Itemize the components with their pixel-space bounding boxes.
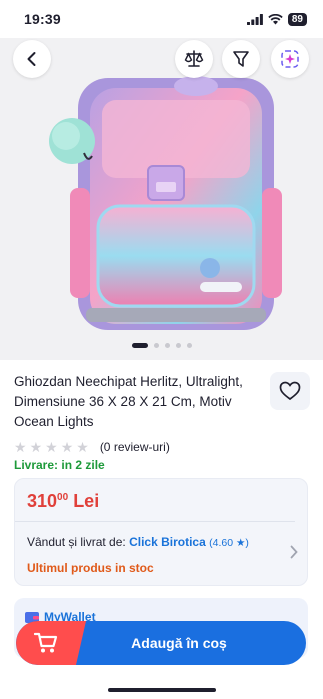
status-bar: 19:39 89 (0, 0, 323, 38)
star-icon: ★ (14, 439, 27, 455)
carousel-dot[interactable] (164, 343, 170, 348)
add-to-cart-label: Adaugă în coș (131, 635, 227, 651)
star-icon: ★ (235, 537, 246, 549)
add-to-cart-button[interactable]: Adaugă în coș (16, 621, 306, 665)
home-indicator (108, 688, 216, 692)
seller-line: Vândut și livrat de: Click Birotica (4.6… (27, 535, 249, 549)
back-button[interactable] (13, 40, 51, 78)
signal-icon (246, 13, 263, 25)
chevron-right-icon[interactable] (289, 545, 299, 559)
carousel-dots[interactable] (0, 343, 323, 348)
seller-prefix: Vândut și livrat de: (27, 535, 126, 549)
product-image-carousel[interactable] (0, 38, 323, 360)
status-time: 19:39 (24, 11, 61, 27)
back-arrow-icon (27, 52, 36, 66)
carousel-dot[interactable] (186, 343, 192, 348)
battery-level: 89 (287, 12, 307, 26)
heart-icon (279, 381, 301, 401)
favorite-button[interactable] (270, 372, 310, 410)
seller-link[interactable]: Click Birotica (129, 535, 206, 549)
status-indicators: 89 (246, 12, 307, 26)
delivery-info: Livrare: in 2 zile (14, 458, 105, 472)
price-main: 310 (27, 491, 58, 511)
compare-scale-icon (184, 50, 204, 67)
carousel-dot[interactable] (153, 343, 159, 348)
share-button[interactable] (222, 40, 260, 78)
star-icon: ★ (45, 439, 58, 455)
compare-button[interactable] (175, 40, 213, 78)
ai-sparkle-icon (281, 50, 299, 68)
price-cents: 00 (57, 492, 69, 503)
cart-icon-area (16, 621, 86, 665)
shopping-cart-icon (34, 632, 58, 653)
review-count[interactable]: (0 review-uri) (100, 440, 170, 454)
carousel-dot[interactable] (131, 343, 148, 348)
star-icon: ★ (76, 439, 89, 455)
offer-card[interactable]: 31000 Lei Vândut și livrat de: Click Bir… (14, 478, 308, 586)
product-image (49, 76, 282, 330)
offer-divider (15, 521, 295, 522)
filter-icon (233, 51, 249, 67)
wifi-icon (268, 13, 283, 24)
stock-status: Ultimul produs in stoc (27, 561, 154, 575)
star-icon: ★ (29, 439, 43, 455)
seller-rating-value: (4.60 (209, 537, 234, 549)
product-header: Ghiozdan Neechipat Herlitz, Ultralight, … (14, 372, 314, 432)
carousel-dot[interactable] (175, 343, 181, 348)
price-currency: Lei (73, 491, 100, 511)
rating-row[interactable]: ★ ★ ★ ★ ★ (0 review-uri) (14, 440, 170, 454)
seller-rating: (4.60 ★) (209, 537, 249, 549)
product-title: Ghiozdan Neechipat Herlitz, Ultralight, … (14, 374, 243, 429)
star-icon: ★ (60, 439, 74, 455)
ai-assistant-button[interactable] (271, 40, 309, 78)
price: 31000 Lei (27, 491, 99, 512)
